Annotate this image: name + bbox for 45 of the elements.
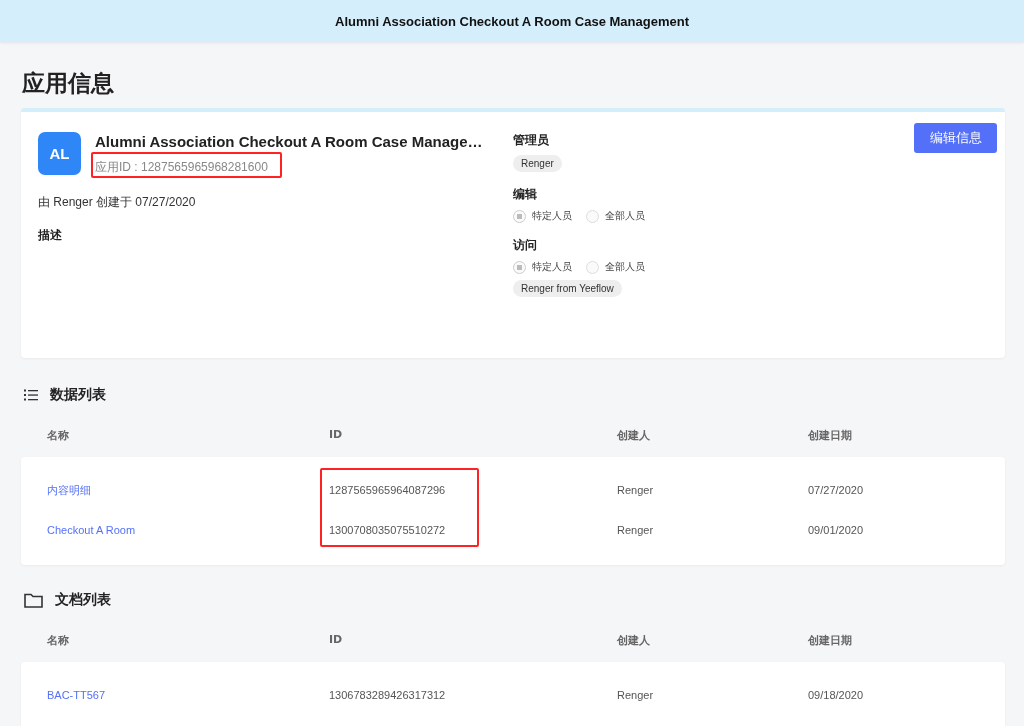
radio-option[interactable]: 特定人员	[513, 260, 572, 274]
radio-option[interactable]: 特定人员	[513, 209, 572, 223]
access-label: 访问	[513, 237, 538, 254]
user-tag: Renger from Yeeflow	[513, 280, 622, 297]
radio-option[interactable]: 全部人员	[586, 260, 645, 274]
radio-icon[interactable]	[513, 209, 526, 223]
app-name: Alumni Association Checkout A Room Case Manage…	[95, 133, 483, 150]
list-icon	[24, 389, 38, 401]
folder-icon	[24, 592, 43, 608]
app-avatar: AL	[38, 132, 81, 175]
radio-icon[interactable]	[586, 260, 599, 274]
date-cell-text: 09/01/2020	[808, 524, 865, 536]
radio-icon[interactable]	[513, 260, 526, 274]
column-header: ID	[329, 428, 344, 443]
date-cell-text: 09/18/2020	[808, 689, 865, 701]
item-link[interactable]: 内容明细	[47, 482, 91, 498]
creator-cell-text: Renger	[617, 689, 655, 701]
id-cell-text: 1306783289426317312	[329, 689, 447, 701]
section-title: 数据列表	[50, 386, 106, 404]
radio-option[interactable]: 全部人员	[586, 209, 645, 223]
column-header: 创建日期	[808, 633, 853, 648]
admin-label: 管理员	[513, 132, 550, 149]
user-tag: Renger	[513, 155, 562, 172]
page-title: 应用信息	[22, 69, 115, 98]
item-link[interactable]: BAC-TT567	[47, 689, 106, 701]
column-header: ID	[329, 633, 344, 648]
column-header: 名称	[47, 633, 70, 648]
id-cell-text: 1300708035075510272	[329, 524, 447, 536]
app-id: 应用ID : 1287565965968281600	[95, 160, 268, 174]
column-header: 名称	[47, 428, 70, 443]
section-title: 文档列表	[55, 591, 111, 609]
column-header: 创建人	[617, 633, 651, 648]
edit-label: 编辑	[513, 186, 538, 203]
column-header: 创建日期	[808, 428, 853, 443]
id-cell-text: 1287565965964087296	[329, 484, 447, 496]
created-by-text: 由 Renger 创建于 07/27/2020	[38, 194, 197, 211]
creator-cell-text: Renger	[617, 484, 655, 496]
column-header: 创建人	[617, 428, 651, 443]
date-cell-text: 07/27/2020	[808, 484, 865, 496]
header-title: Alumni Association Checkout A Room Case Management	[335, 13, 689, 29]
creator-cell-text: Renger	[617, 524, 655, 536]
edit-info-button[interactable]: 编辑信息	[914, 123, 997, 153]
description-label: 描述	[38, 227, 63, 244]
item-link[interactable]: Checkout A Room	[47, 524, 136, 536]
radio-icon[interactable]	[586, 209, 599, 223]
